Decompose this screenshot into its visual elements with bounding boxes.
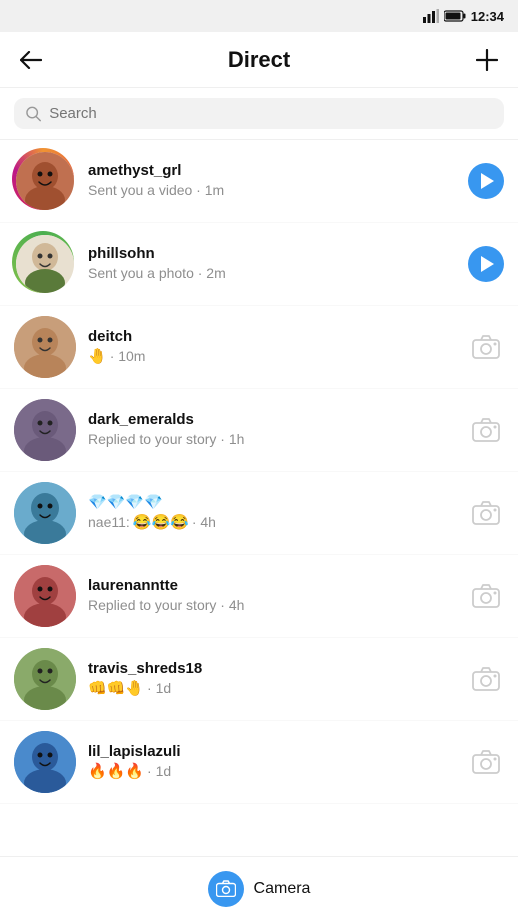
message-content: 💎💎💎💎 nae11: 😂😂😂 · 4h bbox=[76, 493, 468, 534]
page-title: Direct bbox=[228, 47, 290, 73]
username: dark_emeralds bbox=[88, 410, 468, 430]
camera-bottom-icon bbox=[216, 880, 236, 897]
search-input-wrap[interactable] bbox=[14, 98, 504, 129]
avatar bbox=[14, 482, 76, 544]
signal-icon bbox=[423, 9, 439, 23]
play-icon bbox=[468, 246, 504, 282]
camera-button[interactable] bbox=[468, 412, 504, 448]
message-content: dark_emeralds Replied to your story · 1h bbox=[76, 410, 468, 449]
camera-icon bbox=[472, 750, 500, 774]
bottom-camera-bar[interactable]: Camera bbox=[0, 856, 518, 920]
camera-circle-icon bbox=[208, 871, 244, 907]
camera-button[interactable] bbox=[468, 744, 504, 780]
compose-button[interactable] bbox=[472, 45, 502, 75]
camera-button[interactable] bbox=[468, 495, 504, 531]
camera-icon bbox=[472, 418, 500, 442]
camera-icon bbox=[472, 667, 500, 691]
message-list: amethyst_grl Sent you a video · 1m p bbox=[0, 140, 518, 804]
avatar-image bbox=[14, 648, 76, 710]
avatar bbox=[14, 316, 76, 378]
search-icon bbox=[26, 106, 41, 122]
avatar-image bbox=[14, 316, 76, 378]
username: deitch bbox=[88, 327, 468, 347]
back-button[interactable] bbox=[16, 47, 46, 73]
message-content: amethyst_grl Sent you a video · 1m bbox=[76, 161, 468, 200]
play-button[interactable] bbox=[468, 246, 504, 282]
list-item[interactable]: deitch 🤚 · 10m bbox=[0, 306, 518, 389]
list-item[interactable]: amethyst_grl Sent you a video · 1m bbox=[0, 140, 518, 223]
camera-button[interactable] bbox=[468, 578, 504, 614]
back-icon bbox=[20, 51, 42, 69]
status-bar: 12:34 bbox=[0, 0, 518, 32]
list-item[interactable]: lil_lapislazuli 🔥🔥🔥 · 1d bbox=[0, 721, 518, 804]
avatar bbox=[14, 150, 76, 212]
username: laurenanntte bbox=[88, 576, 468, 596]
message-content: travis_shreds18 👊👊🤚 · 1d bbox=[76, 659, 468, 700]
list-item[interactable]: travis_shreds18 👊👊🤚 · 1d bbox=[0, 638, 518, 721]
message-preview: Replied to your story · 4h bbox=[88, 596, 468, 616]
avatar-image bbox=[14, 565, 76, 627]
status-icons: 12:34 bbox=[423, 9, 504, 24]
message-preview: 👊👊🤚 · 1d bbox=[88, 678, 468, 699]
list-item[interactable]: 💎💎💎💎 nae11: 😂😂😂 · 4h bbox=[0, 472, 518, 555]
message-content: phillsohn Sent you a photo · 2m bbox=[76, 244, 468, 283]
message-preview: Replied to your story · 1h bbox=[88, 430, 468, 450]
message-preview: 🤚 · 10m bbox=[88, 346, 468, 367]
battery-icon bbox=[444, 10, 466, 22]
message-content: laurenanntte Replied to your story · 4h bbox=[76, 576, 468, 615]
play-button[interactable] bbox=[468, 163, 504, 199]
status-time: 12:34 bbox=[471, 9, 504, 24]
avatar bbox=[14, 399, 76, 461]
avatar-image bbox=[14, 731, 76, 793]
avatar-image bbox=[14, 399, 76, 461]
username: phillsohn bbox=[88, 244, 468, 264]
plus-icon bbox=[476, 49, 498, 71]
camera-icon bbox=[472, 335, 500, 359]
avatar bbox=[14, 731, 76, 793]
list-item[interactable]: laurenanntte Replied to your story · 4h bbox=[0, 555, 518, 638]
camera-label: Camera bbox=[254, 880, 311, 898]
play-icon bbox=[468, 163, 504, 199]
avatar bbox=[14, 565, 76, 627]
username: amethyst_grl bbox=[88, 161, 468, 181]
avatar-image bbox=[14, 482, 76, 544]
camera-button[interactable] bbox=[468, 329, 504, 365]
search-input[interactable] bbox=[49, 105, 492, 122]
username: lil_lapislazuli bbox=[88, 742, 468, 762]
avatar-image bbox=[16, 152, 74, 210]
username: travis_shreds18 bbox=[88, 659, 468, 679]
avatar bbox=[14, 233, 76, 295]
header: Direct bbox=[0, 32, 518, 88]
message-preview: Sent you a photo · 2m bbox=[88, 264, 468, 284]
camera-icon bbox=[472, 584, 500, 608]
avatar bbox=[14, 648, 76, 710]
camera-icon bbox=[472, 501, 500, 525]
message-preview: Sent you a video · 1m bbox=[88, 181, 468, 201]
message-preview: 🔥🔥🔥 · 1d bbox=[88, 761, 468, 782]
username: 💎💎💎💎 bbox=[88, 493, 468, 513]
list-item[interactable]: dark_emeralds Replied to your story · 1h bbox=[0, 389, 518, 472]
search-bar bbox=[0, 88, 518, 140]
message-content: deitch 🤚 · 10m bbox=[76, 327, 468, 368]
message-content: lil_lapislazuli 🔥🔥🔥 · 1d bbox=[76, 742, 468, 783]
message-preview: nae11: 😂😂😂 · 4h bbox=[88, 512, 468, 533]
avatar-image bbox=[16, 235, 74, 293]
camera-button[interactable] bbox=[468, 661, 504, 697]
list-item[interactable]: phillsohn Sent you a photo · 2m bbox=[0, 223, 518, 306]
